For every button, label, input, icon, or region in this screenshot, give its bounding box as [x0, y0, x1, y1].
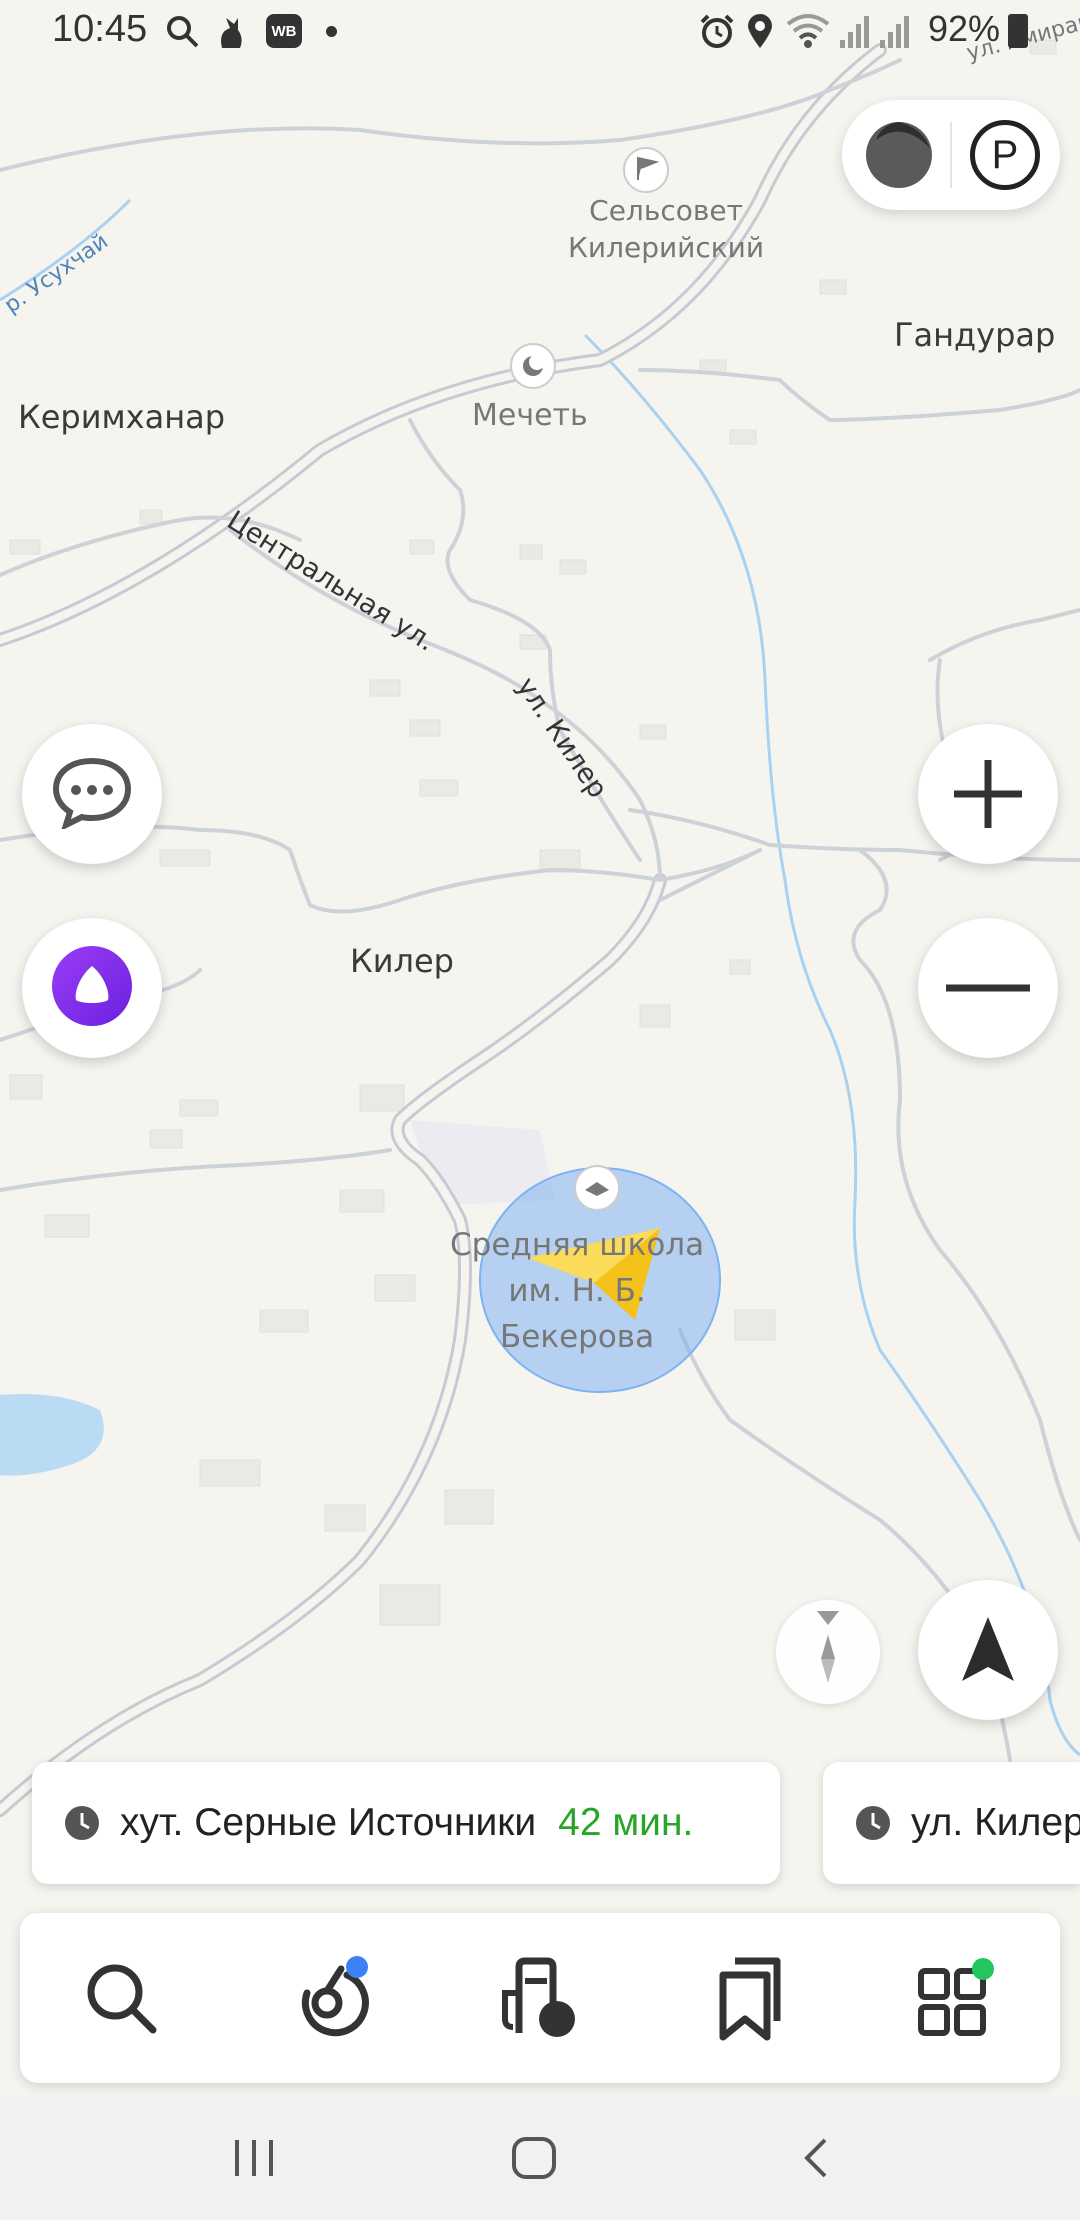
back-button[interactable] [776, 2125, 856, 2191]
navigator-icon [301, 1956, 369, 2037]
route-card-1[interactable]: хут. Серные Источники 42 мин. [32, 1762, 780, 1884]
search-icon [87, 1964, 157, 2034]
chat-icon [52, 755, 132, 834]
plus-icon [954, 760, 1022, 828]
bottom-tab-bar [20, 1913, 1060, 2083]
recents-icon [235, 2140, 273, 2176]
route-destination: ул. Килер [911, 1801, 1080, 1844]
dot-icon [326, 26, 337, 37]
signal-icon [838, 12, 872, 55]
services-grid-icon [918, 1958, 994, 2036]
signal-icon [878, 12, 912, 55]
parking-label: P [991, 132, 1019, 177]
bookmark-icon [719, 1957, 781, 2041]
wb-icon: WB [266, 14, 302, 48]
map-label-kerimkhanar[interactable]: Керимханар [18, 398, 225, 436]
my-location-button[interactable] [918, 1580, 1058, 1720]
home-icon [512, 2137, 556, 2179]
map-label-kiler[interactable]: Килер [350, 942, 454, 980]
search-icon [165, 14, 201, 55]
cat-icon [216, 14, 246, 55]
zoom-out-button[interactable] [918, 918, 1058, 1058]
map-label-school[interactable]: Средняя школа им. Н. Б. Бекерова [450, 1222, 704, 1360]
recents-button[interactable] [214, 2125, 294, 2191]
tab-gas-stations[interactable] [490, 1948, 590, 2048]
tab-search[interactable] [71, 1948, 171, 2048]
map-label-mosque[interactable]: Мечеть [472, 398, 588, 433]
status-bar: 10:45 WB 92% [0, 0, 1080, 64]
zoom-in-button[interactable] [918, 724, 1058, 864]
clock-icon [855, 1805, 891, 1841]
system-navigation-bar [0, 2095, 1080, 2220]
compass-icon [817, 1611, 839, 1683]
wifi-icon [786, 12, 830, 55]
tab-services[interactable] [904, 1948, 1004, 2048]
minus-icon [946, 984, 1030, 992]
map-label-selsovet[interactable]: Сельсовет Килерийский [568, 192, 764, 266]
home-button[interactable] [494, 2125, 574, 2191]
navigation-arrow-icon [962, 1617, 1014, 1681]
gas-station-icon [502, 1957, 575, 2037]
route-time: 42 мин. [558, 1801, 694, 1844]
layers-icon[interactable] [862, 118, 936, 192]
tab-bookmarks[interactable] [697, 1948, 797, 2048]
battery-icon [1008, 14, 1028, 48]
map-label-gandurar[interactable]: Гандурар [894, 316, 1055, 354]
route-destination: хут. Серные Источники [120, 1801, 537, 1844]
layers-parking-control: P [842, 100, 1060, 210]
parking-button[interactable]: P [970, 120, 1040, 190]
battery-percent: 92% [927, 8, 1000, 49]
route-card-2[interactable]: ул. Килер [823, 1762, 1080, 1884]
status-time: 10:45 [52, 8, 148, 50]
alice-button[interactable] [22, 918, 162, 1058]
clock-icon [64, 1805, 100, 1841]
alarm-icon [698, 12, 736, 55]
alice-icon [50, 944, 134, 1033]
back-icon [804, 2138, 827, 2178]
location-icon [746, 12, 774, 55]
messages-button[interactable] [22, 724, 162, 864]
compass-button[interactable] [776, 1600, 880, 1704]
tab-navigator[interactable] [282, 1948, 382, 2048]
